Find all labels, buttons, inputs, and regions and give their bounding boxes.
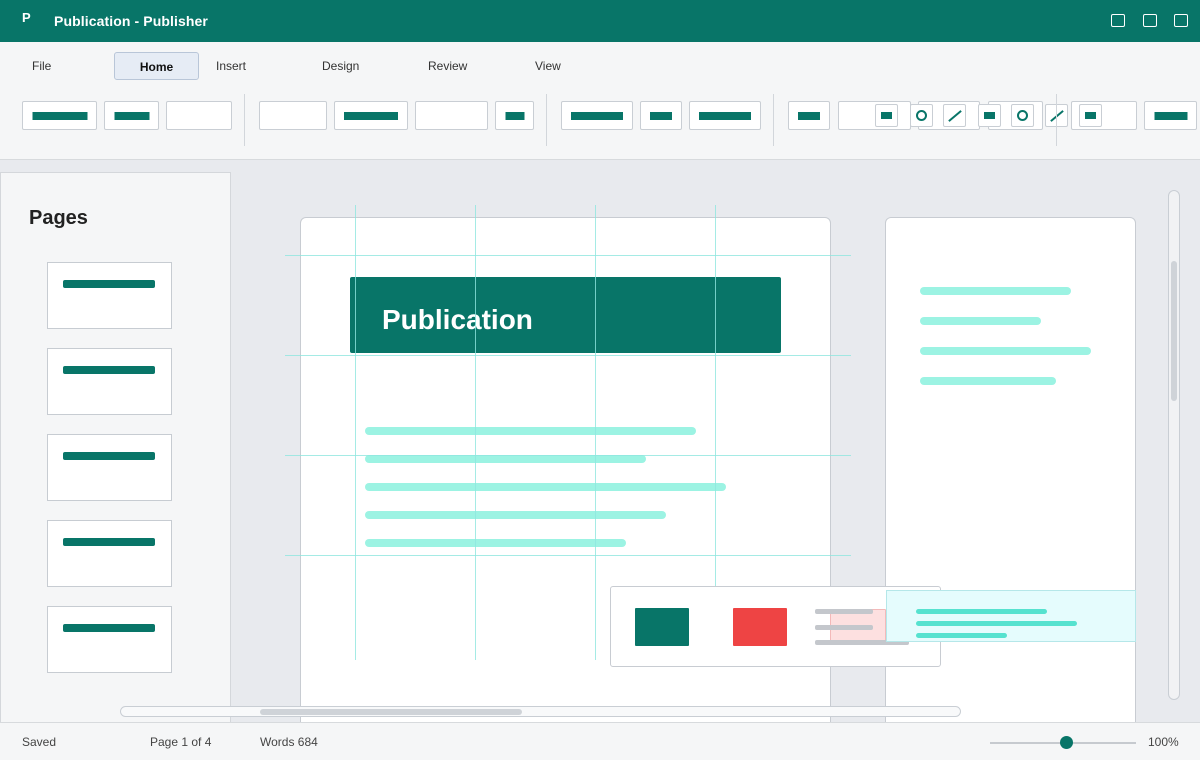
ribbon-tool-button[interactable] [495, 101, 534, 130]
ribbon-divider [546, 94, 547, 146]
rectangle-shape-icon[interactable] [1079, 104, 1102, 127]
ribbon-tool-button[interactable] [561, 101, 633, 130]
body-text-line[interactable] [365, 455, 646, 463]
page-thumbnail[interactable] [47, 348, 172, 415]
ribbon-empty-field[interactable] [415, 101, 488, 130]
text-callout-box[interactable] [886, 590, 1136, 642]
layout-guide-horizontal [285, 455, 851, 456]
pages-pane-title: Pages [29, 207, 88, 229]
ribbon-tool-button[interactable] [1144, 101, 1197, 130]
tab-insert[interactable]: Insert [216, 52, 246, 80]
tab-view[interactable]: View [535, 52, 561, 80]
palette-option-line [815, 609, 873, 614]
body-text-line[interactable] [365, 511, 666, 519]
window-close-icon[interactable] [1174, 14, 1188, 27]
side-text-line[interactable] [920, 347, 1091, 355]
tab-home[interactable]: Home [114, 52, 199, 80]
page-thumbnail[interactable] [47, 606, 172, 673]
rectangle-shape-icon[interactable] [978, 104, 1001, 127]
ribbon-divider [773, 94, 774, 146]
word-count: Words 684 [260, 735, 318, 749]
vertical-scroll-thumb[interactable] [1171, 261, 1177, 401]
layout-guide-horizontal [285, 355, 851, 356]
ribbon-tool-button[interactable] [689, 101, 761, 130]
ribbon-divider [1056, 94, 1057, 146]
tab-design[interactable]: Design [322, 52, 359, 80]
ribbon: File Home Insert Design Review View [0, 42, 1200, 160]
layout-guide-horizontal [285, 555, 851, 556]
ribbon-empty-field[interactable] [259, 101, 327, 130]
body-text-line[interactable] [365, 483, 726, 491]
ribbon-tool-button[interactable] [22, 101, 97, 130]
layout-guide-horizontal [285, 255, 851, 256]
title-text-box[interactable]: Publication [350, 277, 781, 353]
horizontal-scrollbar[interactable] [120, 706, 961, 717]
tab-review[interactable]: Review [428, 52, 467, 80]
layout-guide-vertical [595, 205, 596, 660]
palette-option-line [815, 625, 873, 630]
tab-file[interactable]: File [32, 52, 51, 80]
side-text-line[interactable] [920, 287, 1071, 295]
page-thumbnail[interactable] [47, 520, 172, 587]
window-minimize-icon[interactable] [1111, 14, 1125, 27]
page-indicator: Page 1 of 4 [150, 735, 212, 749]
status-bar: Saved Page 1 of 4 Words 684 100% [0, 722, 1200, 760]
page-thumbnail[interactable] [47, 262, 172, 329]
color-swatch-red[interactable] [733, 608, 787, 646]
layout-guide-vertical [355, 205, 356, 660]
app-icon: P [22, 10, 31, 25]
layout-guide-vertical [475, 205, 476, 660]
horizontal-scroll-thumb[interactable] [260, 709, 522, 715]
vertical-scrollbar[interactable] [1168, 190, 1180, 700]
ribbon-divider [244, 94, 245, 146]
window-maximize-icon[interactable] [1143, 14, 1157, 27]
title-bar: P Publication - Publisher [0, 0, 1200, 42]
circle-shape-icon[interactable] [1011, 104, 1034, 127]
zoom-slider-handle[interactable] [1060, 736, 1073, 749]
body-text-line[interactable] [365, 539, 626, 547]
side-text-line[interactable] [920, 317, 1041, 325]
ribbon-tool-button[interactable] [334, 101, 408, 130]
ribbon-tool-button[interactable] [104, 101, 159, 130]
title-text[interactable]: Publication [382, 304, 533, 336]
pages-pane: Pages [0, 172, 231, 724]
body-text-line[interactable] [365, 427, 696, 435]
rectangle-shape-icon[interactable] [875, 104, 898, 127]
line-shape-icon[interactable] [943, 104, 966, 127]
save-status: Saved [22, 735, 57, 749]
ribbon-tool-button[interactable] [788, 101, 830, 130]
side-text-line[interactable] [920, 377, 1056, 385]
ribbon-empty-field[interactable] [166, 101, 232, 130]
color-swatch-teal[interactable] [635, 608, 689, 646]
circle-shape-icon[interactable] [910, 104, 933, 127]
page-thumbnail[interactable] [47, 434, 172, 501]
ribbon-tool-button[interactable] [640, 101, 682, 130]
window-title: Publication - Publisher [54, 13, 208, 29]
zoom-level[interactable]: 100% [1148, 735, 1179, 749]
